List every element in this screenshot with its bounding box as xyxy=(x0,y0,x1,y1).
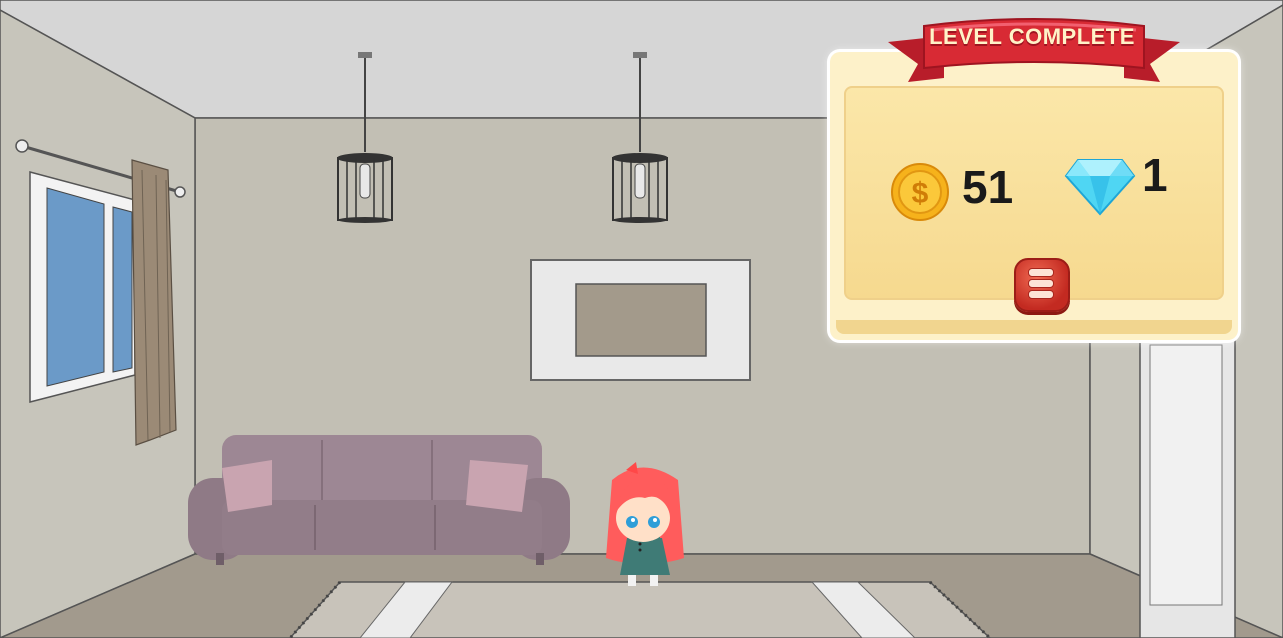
menu-bar-top xyxy=(1028,268,1054,277)
level-complete-panel: LEVEL COMPLETE $ 51 1 xyxy=(830,12,1240,342)
floor-rug xyxy=(288,580,992,638)
blue-diamond-icon xyxy=(1064,159,1136,216)
level-complete-title: LEVEL COMPLETE xyxy=(929,24,1135,49)
door xyxy=(1139,334,1236,638)
coin-symbol: $ xyxy=(912,177,929,210)
sofa xyxy=(188,435,570,565)
curtain xyxy=(131,159,177,446)
panel-base xyxy=(836,320,1232,334)
menu-button[interactable] xyxy=(1014,258,1070,312)
coin-count: 51 xyxy=(962,161,1014,213)
gem-count: 1 xyxy=(1142,149,1168,201)
wall-picture-frame xyxy=(530,259,751,381)
window xyxy=(29,171,136,403)
gold-coin-icon: $ xyxy=(891,163,949,221)
menu-bar-middle xyxy=(1028,279,1054,288)
menu-bar-bottom xyxy=(1028,290,1054,299)
